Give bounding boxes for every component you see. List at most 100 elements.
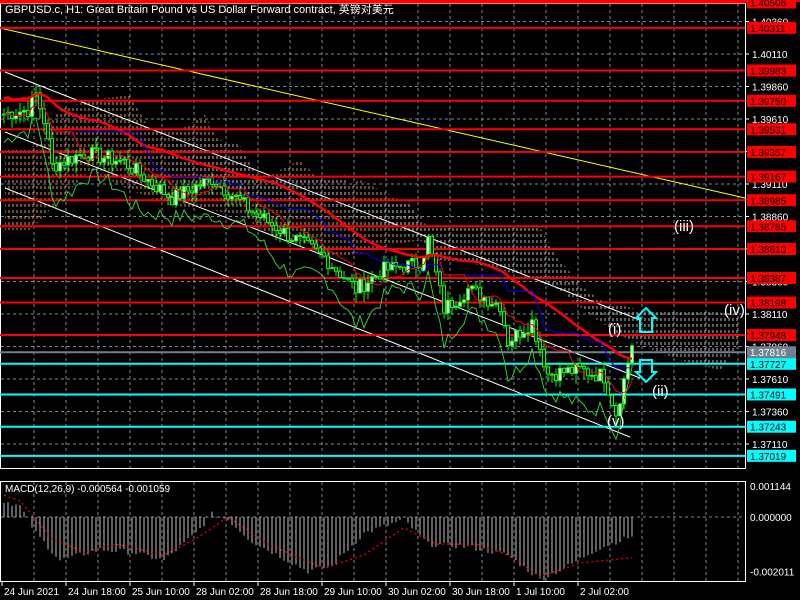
candle-body xyxy=(502,311,506,326)
candle-body xyxy=(514,329,518,342)
candle-body xyxy=(50,138,54,164)
candle-body xyxy=(54,162,58,172)
candle-body xyxy=(466,288,470,301)
candle-body xyxy=(626,362,630,380)
resistance-level-label: 1.40506 xyxy=(750,0,787,10)
resistance-level-label: 1.38387 xyxy=(750,274,787,285)
candle-body xyxy=(594,374,598,382)
resistance-level-label: 1.38198 xyxy=(750,299,787,310)
candle-body xyxy=(230,195,234,200)
candle-body xyxy=(142,174,146,182)
candle-body xyxy=(522,333,526,338)
candle-body xyxy=(254,211,258,215)
x-tick-label: 28 Jun 18:00 xyxy=(260,587,318,598)
current-price-label: 1.37816 xyxy=(750,348,787,359)
candle-body xyxy=(338,270,342,278)
candle-body xyxy=(98,147,102,163)
candle-body xyxy=(258,213,262,218)
x-tick-label: 1 Jul 10:00 xyxy=(516,587,565,598)
candle-body xyxy=(186,185,190,192)
candle-body xyxy=(62,162,66,166)
candle-body xyxy=(198,184,202,187)
candle-body xyxy=(498,302,502,313)
candle-body xyxy=(366,282,370,292)
y-tick-label: 1.37110 xyxy=(752,440,788,451)
resistance-level-label: 1.38610 xyxy=(750,245,787,256)
candle-body xyxy=(446,299,450,314)
candle-body xyxy=(110,150,114,165)
resistance-level-label: 1.38985 xyxy=(750,196,787,207)
candle-body xyxy=(378,275,382,280)
candle-body xyxy=(510,340,514,347)
candle-body xyxy=(190,190,194,194)
candle-body xyxy=(298,235,302,238)
support-level-label: 1.37243 xyxy=(750,423,787,434)
candle-body xyxy=(582,366,586,370)
support-level-label: 1.37727 xyxy=(750,360,787,371)
candle-body xyxy=(238,194,242,200)
candle-body xyxy=(46,123,50,140)
x-tick-label: 30 Jun 02:00 xyxy=(388,587,446,598)
candle-body xyxy=(346,277,350,280)
candle-body xyxy=(414,258,418,269)
resistance-level-label: 1.39750 xyxy=(750,97,787,108)
candle-body xyxy=(354,281,358,294)
candle-body xyxy=(270,221,274,226)
candle-body xyxy=(274,224,278,232)
macd-tick-label: -0.002011 xyxy=(750,567,795,578)
candle-body xyxy=(266,213,270,223)
candle-body xyxy=(474,285,478,289)
candle-body xyxy=(286,227,290,241)
wave-label-iv: (iv) xyxy=(724,302,745,319)
support-level-label: 1.37491 xyxy=(750,390,787,401)
candle-body xyxy=(114,160,118,165)
candle-body xyxy=(106,150,110,159)
wave-label-ii: (ii) xyxy=(652,383,669,400)
candle-body xyxy=(158,184,162,193)
candle-body xyxy=(126,158,130,169)
candle-body xyxy=(430,236,434,255)
candle-body xyxy=(506,324,510,347)
candle-body xyxy=(562,367,566,374)
macd-label: MACD(12,26,9) -0.000564 -0.001059 xyxy=(5,484,171,495)
price-chart[interactable]: 1.403601.401101.398601.396101.393601.391… xyxy=(0,0,800,600)
candle-body xyxy=(214,183,218,187)
x-tick-label: 29 Jun 10:00 xyxy=(324,587,382,598)
candle-body xyxy=(262,213,266,218)
x-tick-label: 2 Jul 02:00 xyxy=(580,587,629,598)
candle-body xyxy=(78,154,82,157)
candle-body xyxy=(538,340,542,350)
candle-body xyxy=(250,210,254,213)
x-tick-label: 25 Jun 10:00 xyxy=(132,587,190,598)
candle-body xyxy=(518,329,522,338)
candle-body xyxy=(374,275,378,278)
candle-body xyxy=(118,159,122,162)
y-tick-label: 1.37360 xyxy=(752,408,789,419)
candle-body xyxy=(578,363,582,368)
x-tick-label: 24 Jun 2021 xyxy=(4,587,59,598)
resistance-level-label: 1.37948 xyxy=(750,331,787,342)
candle-body xyxy=(122,158,126,161)
candle-body xyxy=(94,147,98,150)
candle-body xyxy=(174,189,178,206)
x-tick-label: 28 Jun 02:00 xyxy=(196,587,254,598)
candle-body xyxy=(74,154,78,164)
candle-body xyxy=(322,251,326,257)
candle-body xyxy=(606,382,610,396)
candle-body xyxy=(306,236,310,241)
y-tick-label: 1.38110 xyxy=(752,310,788,321)
candle-body xyxy=(318,247,322,253)
candle-body xyxy=(342,276,346,280)
candle-body xyxy=(66,156,70,166)
candle-body xyxy=(362,278,366,292)
candle-body xyxy=(630,345,634,364)
candle-body xyxy=(334,267,338,272)
candle-body xyxy=(330,267,334,270)
wave-label-i: (i) xyxy=(608,321,622,338)
resistance-level-label: 1.39531 xyxy=(750,125,787,136)
candle-body xyxy=(194,184,198,194)
candle-body xyxy=(102,157,106,163)
candle-body xyxy=(546,366,550,375)
candle-body xyxy=(134,162,138,174)
candle-body xyxy=(382,261,386,280)
